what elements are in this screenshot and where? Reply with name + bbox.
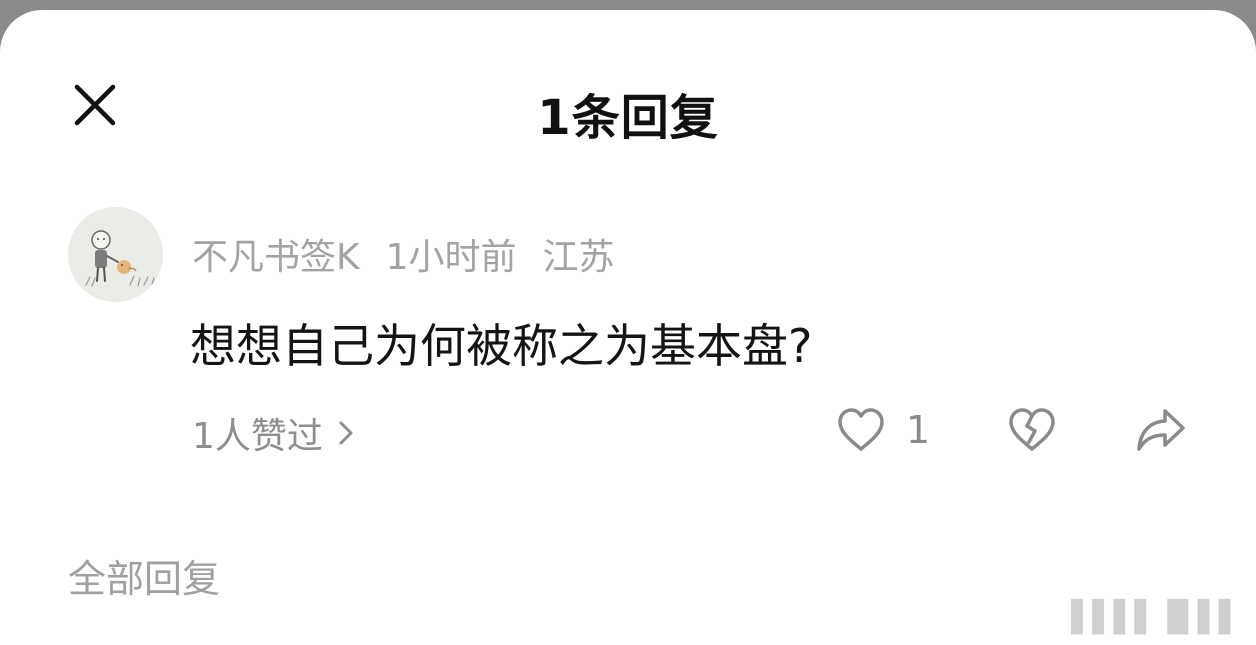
chevron-right-icon — [339, 421, 353, 445]
replies-sheet: 1条回复 不凡书签K 1小时前江苏 想想自己为何被称之为基本盘? 1人赞过 1 — [0, 10, 1256, 645]
all-replies-heading: 全部回复 — [68, 557, 221, 601]
like-count: 1 — [906, 408, 931, 452]
avatar[interactable] — [68, 207, 163, 302]
broken-heart-icon — [1009, 408, 1055, 451]
avatar-illustration — [68, 207, 163, 302]
comment-text: 想想自己为何被称之为基本盘? — [190, 319, 813, 373]
watermark-logo: ▌▌▌▌▐▌▌▌ — [1071, 600, 1242, 635]
heart-outline-icon — [838, 408, 884, 451]
share-button[interactable] — [1135, 406, 1187, 454]
page-title: 1条回复 — [537, 90, 719, 146]
like-button[interactable]: 1 — [836, 406, 930, 454]
comment-time: 1小时前 — [385, 237, 517, 278]
author-name[interactable]: 不凡书签K — [192, 237, 360, 278]
likers-link[interactable]: 1人赞过 — [192, 407, 357, 459]
share-arrow-icon — [1137, 409, 1185, 451]
comment-meta: 不凡书签K 1小时前 江苏 — [192, 228, 641, 280]
likers-label: 1人赞过 — [192, 416, 323, 457]
comment-location: 江苏 — [542, 237, 615, 278]
dislike-button[interactable] — [1007, 406, 1057, 454]
